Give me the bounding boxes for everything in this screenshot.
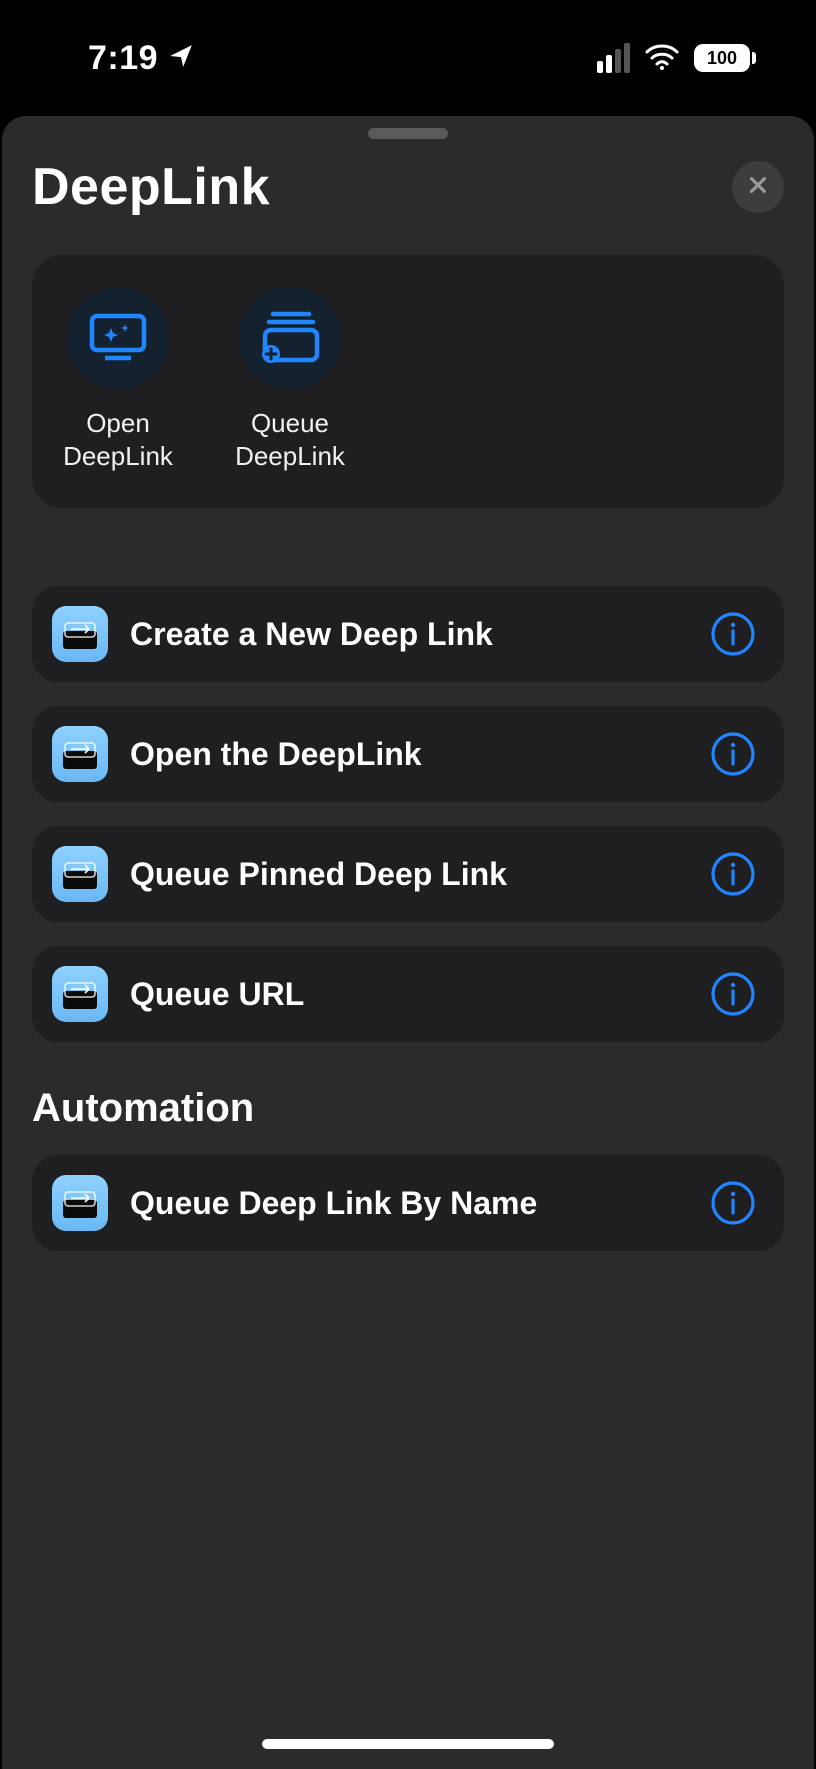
cellular-signal-icon [597,43,630,73]
shortcut-label: Queue URL [130,976,688,1013]
status-bar: 7:19 100 [0,0,816,116]
info-icon [710,644,756,661]
sheet: DeepLink Open DeepLi [2,116,814,1769]
automation-list: Queue Deep Link By Name [2,1155,814,1251]
stack-plus-icon [257,308,323,369]
info-button[interactable] [710,971,756,1017]
location-icon [168,39,194,78]
info-icon [710,884,756,901]
status-right: 100 [597,42,756,75]
screen-sparkle-icon [87,310,149,367]
status-time: 7:19 [88,39,158,78]
top-action-queue-deeplink[interactable]: Queue DeepLink [232,287,348,472]
sheet-title: DeepLink [32,157,270,217]
shortcut-row-queue-deep-link-by-name[interactable]: Queue Deep Link By Name [32,1155,784,1251]
shortcut-row-create-new-deep-link[interactable]: Create a New Deep Link [32,586,784,682]
sheet-header: DeepLink [2,157,814,255]
info-button[interactable] [710,851,756,897]
info-icon [710,764,756,781]
info-button[interactable] [710,731,756,777]
info-button[interactable] [710,1180,756,1226]
app-icon [52,606,108,662]
close-icon [747,174,769,201]
shortcut-row-queue-url[interactable]: Queue URL [32,946,784,1042]
top-actions-card: Open DeepLink Queue DeepLink [32,255,784,508]
status-left: 7:19 [88,39,194,78]
home-indicator[interactable] [262,1739,554,1749]
top-action-open-deeplink[interactable]: Open DeepLink [60,287,176,472]
app-icon [52,846,108,902]
shortcut-list: Create a New Deep Link Open the DeepLink [2,586,814,1042]
app-icon [52,1175,108,1231]
section-title-automation: Automation [32,1086,784,1131]
info-icon [710,1004,756,1021]
shortcut-label: Queue Pinned Deep Link [130,856,688,893]
shortcut-label: Create a New Deep Link [130,616,688,653]
top-action-label: Open DeepLink [63,407,173,472]
battery-icon: 100 [694,44,756,72]
battery-level: 100 [707,48,737,69]
shortcut-label: Open the DeepLink [130,736,688,773]
wifi-icon [644,42,680,75]
shortcut-label: Queue Deep Link By Name [130,1185,688,1222]
top-action-label: Queue DeepLink [235,407,345,472]
sheet-grabber[interactable] [368,128,448,139]
info-icon [710,1213,756,1230]
info-button[interactable] [710,611,756,657]
app-icon [52,726,108,782]
shortcut-row-queue-pinned-deep-link[interactable]: Queue Pinned Deep Link [32,826,784,922]
close-button[interactable] [732,161,784,213]
app-icon [52,966,108,1022]
shortcut-row-open-the-deeplink[interactable]: Open the DeepLink [32,706,784,802]
